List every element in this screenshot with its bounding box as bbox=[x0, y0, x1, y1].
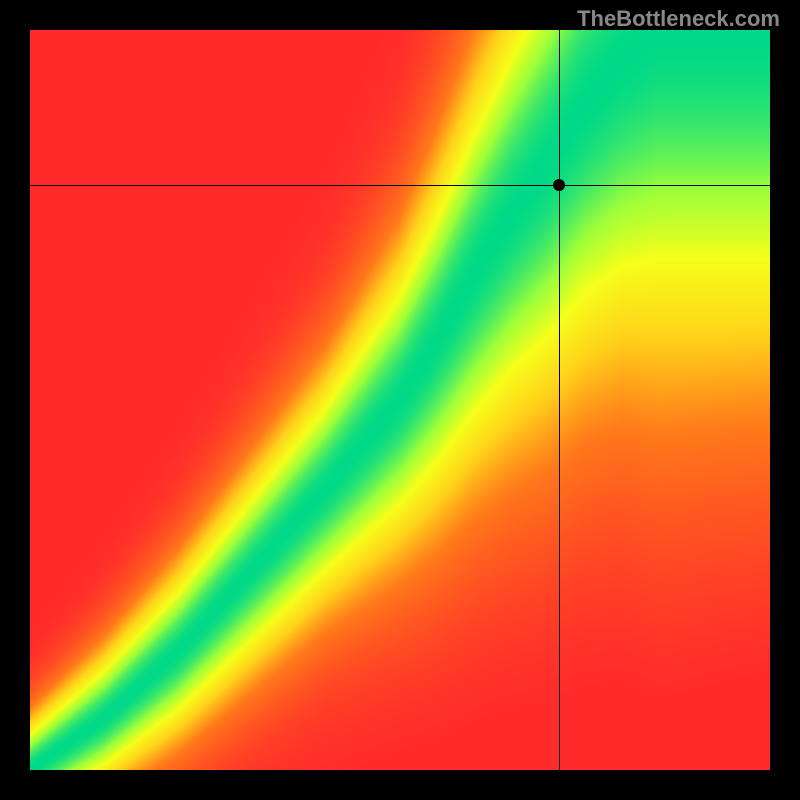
heatmap-plot-area bbox=[30, 30, 770, 770]
data-point-marker bbox=[553, 179, 565, 191]
heatmap-canvas bbox=[30, 30, 770, 770]
chart-container: TheBottleneck.com bbox=[0, 0, 800, 800]
crosshair-vertical bbox=[559, 30, 560, 770]
crosshair-horizontal bbox=[30, 185, 770, 186]
watermark-text: TheBottleneck.com bbox=[577, 6, 780, 32]
